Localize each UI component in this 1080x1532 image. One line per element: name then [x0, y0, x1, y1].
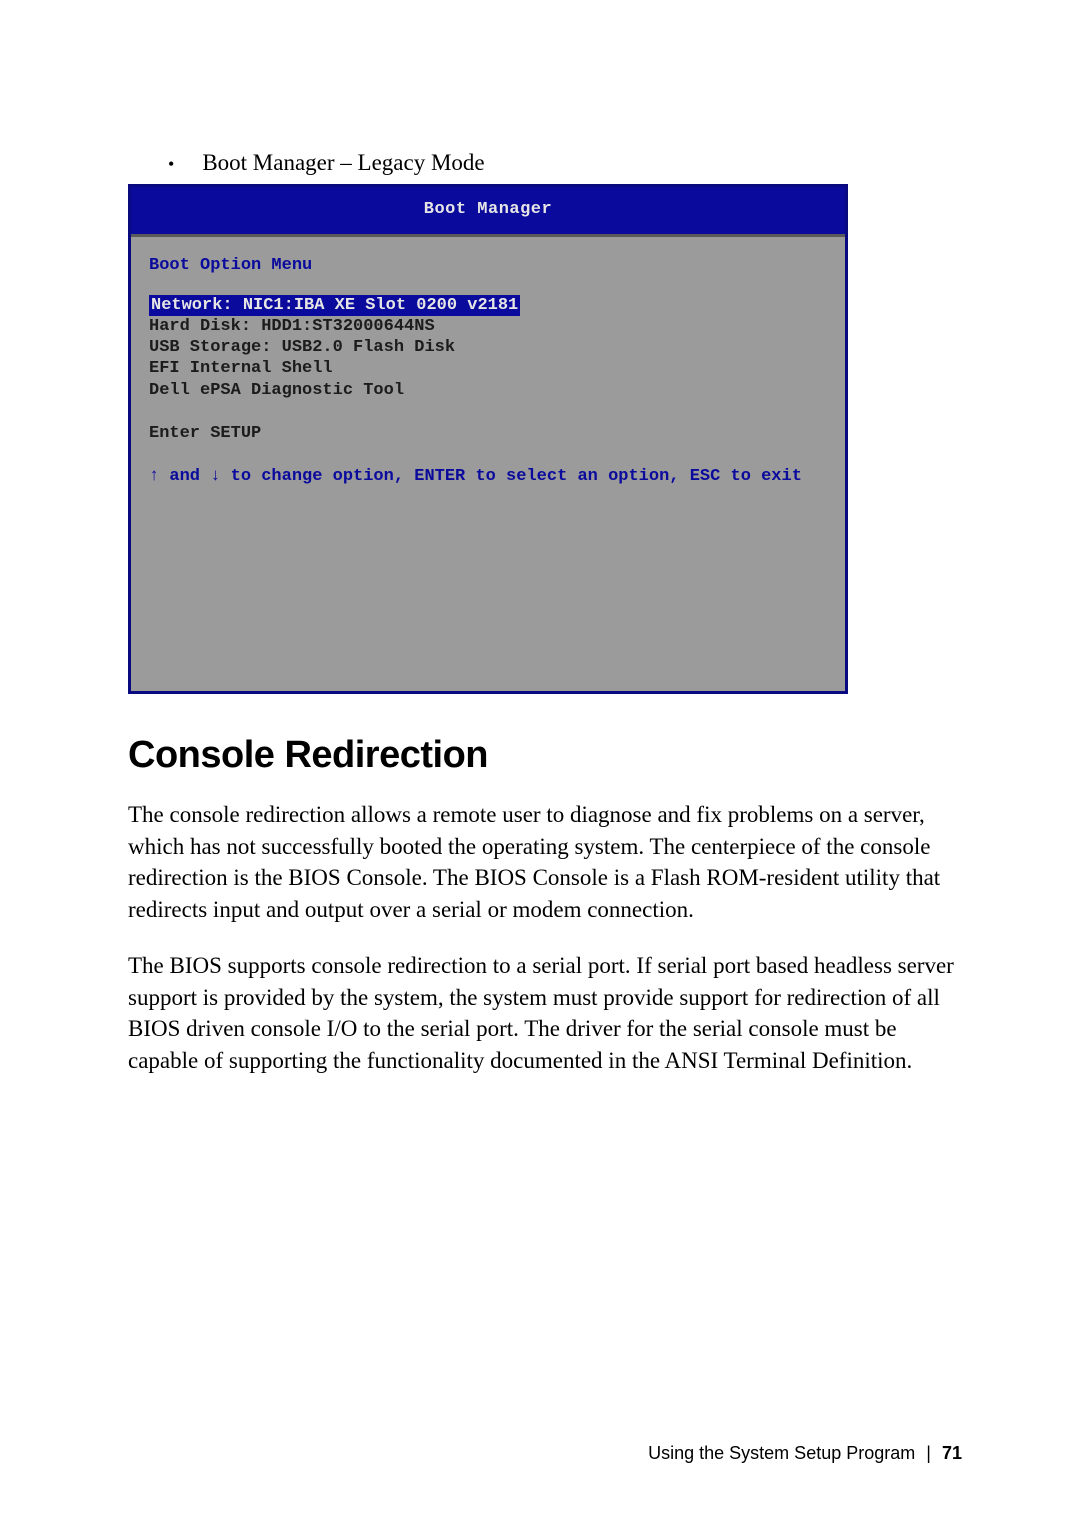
bios-option-network[interactable]: Network: NIC1:IBA XE Slot 0200 v2181	[149, 295, 520, 316]
bios-help-text: ↑ and ↓ to change option, ENTER to selec…	[149, 466, 827, 487]
footer-divider: |	[926, 1443, 931, 1463]
bios-option-diag[interactable]: Dell ePSA Diagnostic Tool	[149, 380, 404, 401]
bios-option-hdd[interactable]: Hard Disk: HDD1:ST32000644NS	[149, 316, 435, 337]
bios-header-title: Boot Manager	[131, 187, 845, 237]
section-heading: Console Redirection	[128, 734, 962, 777]
footer-page-number: 71	[942, 1443, 962, 1463]
bullet-dot-icon: •	[168, 154, 174, 175]
page-footer: Using the System Setup Program | 71	[648, 1443, 962, 1464]
bios-body: Boot Option Menu Network: NIC1:IBA XE Sl…	[131, 237, 845, 497]
bullet-text: Boot Manager – Legacy Mode	[202, 150, 484, 176]
bios-screenshot: Boot Manager Boot Option Menu Network: N…	[128, 184, 848, 694]
bios-menu-title: Boot Option Menu	[149, 255, 827, 276]
bullet-line: • Boot Manager – Legacy Mode	[168, 150, 962, 176]
bios-enter-setup[interactable]: Enter SETUP	[149, 423, 261, 444]
paragraph-2: The BIOS supports console redirection to…	[128, 950, 962, 1077]
bios-option-efi[interactable]: EFI Internal Shell	[149, 358, 333, 379]
paragraph-1: The console redirection allows a remote …	[128, 799, 962, 926]
footer-text: Using the System Setup Program	[648, 1443, 915, 1463]
bios-option-usb[interactable]: USB Storage: USB2.0 Flash Disk	[149, 337, 455, 358]
